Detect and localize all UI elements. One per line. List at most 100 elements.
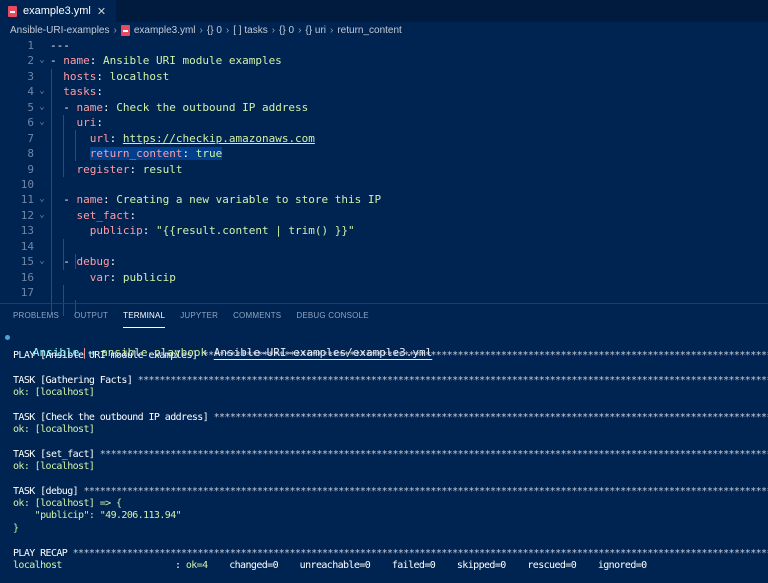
tab-jupyter[interactable]: JUPYTER [180,304,218,328]
command-status-dot-icon [5,335,10,340]
tab-output[interactable]: OUTPUT [74,304,108,328]
chevron-right-icon: › [298,25,302,36]
yaml-file-icon [8,5,17,17]
fold-gutter [34,146,50,161]
chevron-down-icon[interactable]: ⌄ [34,192,50,207]
line-number: 12 [20,208,34,222]
terminal-text: ok: [localhost] [13,461,95,473]
terminal-text: ok: [localhost] [13,424,95,436]
code-line: 16 var: publicip [0,270,768,285]
chevron-down-icon[interactable]: ⌄ [34,208,50,223]
tab-problems[interactable]: PROBLEMS [13,304,59,328]
chevron-down-icon[interactable]: ⌄ [34,84,50,99]
code-line: 12 ⌄ set_fact: [0,208,768,223]
terminal-line: TASK [Check the outbound IP address] ***… [13,412,768,424]
fold-gutter [34,131,50,146]
code-token: - [50,54,64,68]
command-arg-link[interactable]: Ansible-URI-examples/example3.yml [214,346,433,359]
code-line: 13 publicip: "{{result.content | trim() … [0,223,768,238]
breadcrumb-item[interactable]: example3.yml [134,25,196,36]
terminal-text: TASK [set_fact] [13,448,100,460]
separator-stars: ****************************************… [83,485,768,497]
line-number: 5 [27,100,34,114]
code-token: url [89,131,110,145]
line-number: 3 [27,69,34,83]
code-line: 15 ⌄ - debug: [0,254,768,269]
code-token: localhost [109,69,170,83]
breadcrumb-item[interactable]: {} 0 [279,25,294,36]
editor-tab-bar: example3.yml ✕ [0,0,768,22]
chevron-right-icon: › [199,25,203,36]
code-line: 14 [0,239,768,254]
code-text: - name: Creating a new variable to store… [50,192,381,207]
code-token: : [103,100,117,114]
chevron-down-icon[interactable]: ⌄ [34,254,50,269]
tab-comments[interactable]: COMMENTS [233,304,281,328]
tab-example3-yml[interactable]: example3.yml ✕ [0,0,117,22]
code-token: Check the outbound IP address [116,100,309,114]
terminal-line: TASK [Gathering Facts] *****************… [13,375,768,387]
code-token: : [96,85,103,99]
terminal-line: "publicip": "49.206.113.94" [13,510,768,522]
code-token: debug [76,255,110,269]
code-text: register: result [50,162,183,177]
tab-terminal[interactable]: TERMINAL [123,304,166,328]
code-token: Ansible URI module examples [103,54,282,68]
line-number: 7 [27,131,34,145]
code-text: --- [50,38,70,53]
chevron-down-icon[interactable]: ⌄ [34,53,50,68]
terminal-line: } [13,523,768,535]
terminal-text: ok: [localhost] [13,387,95,399]
line-number: 9 [27,162,34,176]
breadcrumb-item[interactable]: {} 0 [207,25,222,36]
breadcrumb-item[interactable]: Ansible-URI-examples [10,25,109,36]
code-token: register [76,162,130,176]
line-number: 8 [27,147,34,161]
command: ansible-playbook [101,346,208,359]
code-line: 4 ⌄ tasks: [0,84,768,99]
chevron-down-icon[interactable]: ⌄ [34,115,50,130]
breadcrumb: Ansible-URI-examples › example3.yml ›{} 0 ›[… [0,22,768,39]
chevron-down-icon[interactable]: ⌄ [34,100,50,115]
code-token: publicip [89,224,143,238]
code-token: tasks [63,85,97,99]
code-token: result [142,162,183,176]
code-token: hosts [63,69,97,83]
line-number: 10 [20,177,34,191]
code-editor[interactable]: 1 --- 2 ⌄ - name: Ansible URI module example… [0,38,768,316]
chevron-right-icon: › [113,25,117,36]
prompt-arrow: → [87,346,95,359]
code-line: 6 ⌄ uri: [0,115,768,130]
chevron-right-icon: › [271,25,276,36]
close-icon[interactable]: ✕ [97,5,106,18]
code-token: - [50,193,77,207]
code-token: return_content [89,147,183,161]
breadcrumb-item[interactable]: [ ] tasks [233,25,267,36]
code-line: 5 ⌄ - name: Check the outbound IP address [0,100,768,115]
breadcrumb-item[interactable]: return_content [337,25,402,36]
breadcrumb-item[interactable]: {} uri [305,25,326,36]
code-token: publicip [122,270,176,284]
fold-gutter [34,270,50,285]
code-line: 7 url: https://checkip.amazonaws.com [0,131,768,146]
line-number: 6 [27,116,34,130]
code-token: : [109,255,117,269]
code-token: : [182,147,196,161]
terminal-text: PLAY RECAP [13,547,73,559]
terminal[interactable]: Ansible |→ ansible-playbook Ansible-URI-e… [0,329,768,572]
tab-debug-console[interactable]: DEBUG CONSOLE [296,304,368,328]
fold-gutter [34,38,50,53]
terminal-line: TASK [set_fact] ************************… [13,449,768,461]
recap-line: localhost: ok=4 changed=0 unreachable=0 … [13,559,647,571]
code-text: - debug: [50,254,116,269]
fold-gutter [34,177,50,192]
code-line: 9 register: result [0,162,768,177]
